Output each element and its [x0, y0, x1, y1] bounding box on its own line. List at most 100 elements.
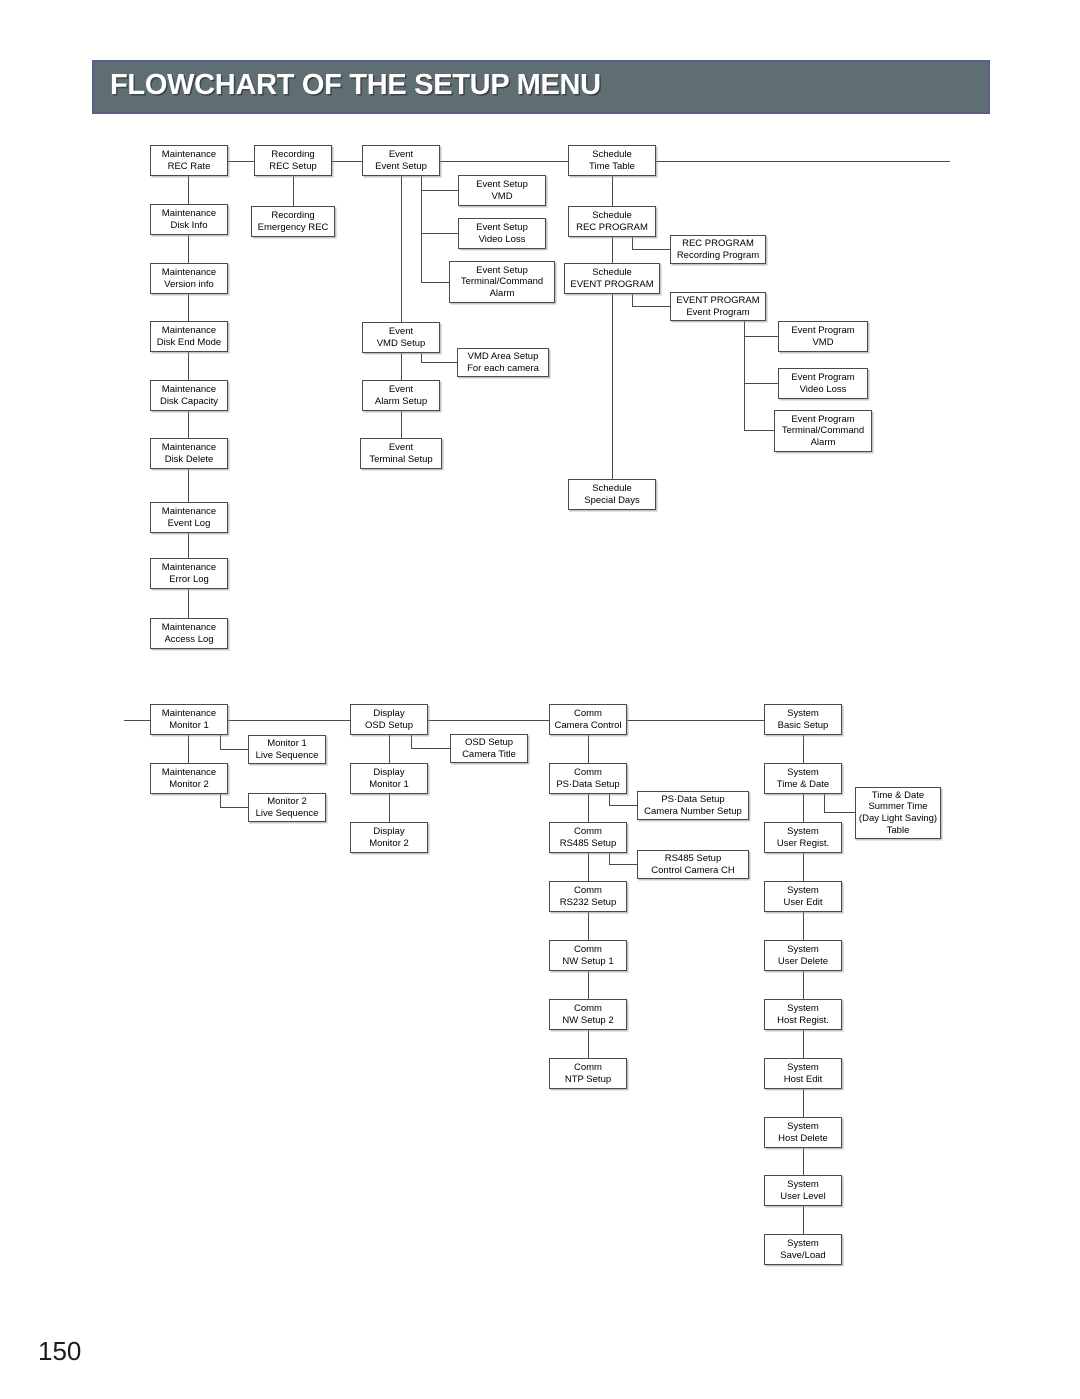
box-line-1: Schedule — [592, 148, 632, 160]
connector-event-chain — [401, 411, 403, 438]
connector-mon1-to-live-seq — [220, 749, 248, 751]
box-monitor-1-live-sequence: Monitor 1 Live Sequence — [248, 735, 326, 764]
box-line-2: Event Setup — [375, 160, 427, 172]
box-line-1: Event — [388, 383, 414, 395]
box-line-2: NW Setup 1 — [562, 955, 614, 967]
box-rs485-control-camera-ch: RS485 Setup Control Camera CH — [637, 850, 749, 879]
box-line-1: Comm — [574, 766, 602, 778]
box-schedule-rec-program: Schedule REC PROGRAM — [568, 206, 656, 237]
box-line-2: REC Setup — [269, 160, 317, 172]
box-recording-rec-setup: Recording REC Setup — [254, 145, 332, 176]
connector-maint-chain — [188, 533, 190, 558]
connector-rs485-to-control-camera — [609, 864, 637, 866]
connector-event-setup-to-terminal — [421, 282, 449, 284]
box-rec-program-recording-program: REC PROGRAM Recording Program — [670, 235, 766, 264]
box-line-2: PS·Data Setup — [556, 778, 620, 790]
box-line-1: Maintenance — [161, 766, 217, 778]
box-line-1: Comm — [574, 884, 602, 896]
box-comm-ps-data-setup: Comm PS·Data Setup — [549, 763, 627, 794]
box-line-1: REC PROGRAM — [682, 237, 754, 249]
box-time-date-summer-time-table: Time & Date Summer Time (Day Light Savin… — [855, 787, 941, 839]
box-line-1: RS485 Setup — [664, 852, 722, 864]
connector-schedule-chain — [612, 237, 614, 263]
box-line-2: EVENT PROGRAM — [570, 278, 654, 290]
box-line-1: Schedule — [592, 482, 632, 494]
box-maintenance-disk-info: Maintenance Disk Info — [150, 204, 228, 235]
box-line-1: Event — [388, 441, 414, 453]
box-line-1: Maintenance — [161, 148, 217, 160]
box-line-2: Alarm Setup — [374, 395, 428, 407]
box-line-1: Event Setup — [476, 221, 528, 233]
box-line-1: Display — [373, 707, 405, 719]
connector-maint-chain — [188, 411, 190, 438]
box-line-1: VMD Area Setup — [467, 350, 539, 362]
box-line-1: System — [787, 825, 819, 837]
connector-mon2-to-live-seq — [220, 807, 248, 809]
box-event-program-vmd: Event Program VMD — [778, 321, 868, 352]
box-schedule-time-table: Schedule Time Table — [568, 145, 656, 176]
connector-timedate-bus — [824, 794, 826, 813]
box-line-1: System — [787, 1120, 819, 1132]
box-line-3: (Day Light Saving) — [858, 813, 938, 824]
box-line-1: PS·Data Setup — [661, 793, 725, 805]
connector-ep-to-video-loss — [744, 383, 778, 385]
box-system-user-regist: System User Regist. — [764, 822, 842, 853]
box-line-2: Camera Number Setup — [644, 805, 742, 817]
box-event-alarm-setup: Event Alarm Setup — [362, 380, 440, 411]
box-line-2: Video Loss — [478, 233, 526, 245]
box-monitor-2-live-sequence: Monitor 2 Live Sequence — [248, 793, 326, 822]
box-line-2: Disk Delete — [164, 453, 214, 465]
box-system-user-delete: System User Delete — [764, 940, 842, 971]
box-line-2: Monitor 2 — [369, 837, 409, 849]
connector-event-setup-to-video-loss — [421, 233, 458, 235]
box-event-setup-vmd: Event Setup VMD — [458, 175, 546, 206]
box-line-1: Recording — [271, 148, 315, 160]
box-line-2: Host Delete — [778, 1132, 828, 1144]
box-line-2: RS485 Setup — [559, 837, 617, 849]
box-line-2: Terminal/Command — [460, 276, 544, 288]
box-system-host-edit: System Host Edit — [764, 1058, 842, 1089]
box-line-2: Error Log — [169, 573, 209, 585]
box-line-1: System — [787, 1002, 819, 1014]
box-display-monitor-2: Display Monitor 2 — [350, 822, 428, 853]
box-line-1: System — [787, 943, 819, 955]
box-line-1: Maintenance — [161, 707, 217, 719]
box-system-host-delete: System Host Delete — [764, 1117, 842, 1148]
connector-system-chain — [803, 1206, 805, 1234]
box-line-2: Disk Info — [170, 219, 208, 231]
box-line-1: System — [787, 707, 819, 719]
connector-system-chain — [803, 853, 805, 881]
box-line-1: Comm — [574, 943, 602, 955]
box-line-1: Event Program — [791, 324, 855, 336]
box-line-1: Event — [388, 325, 414, 337]
box-maintenance-disk-delete: Maintenance Disk Delete — [150, 438, 228, 469]
box-line-2: For each camera — [467, 362, 539, 374]
box-system-time-date: System Time & Date — [764, 763, 842, 794]
connector-osd-bus — [411, 735, 413, 749]
connector-system-chain — [803, 912, 805, 940]
box-osd-setup-camera-title: OSD Setup Camera Title — [450, 734, 528, 763]
box-line-2: Live Sequence — [255, 749, 319, 761]
box-line-1: Comm — [574, 707, 602, 719]
connector-vmd-setup-to-area — [421, 362, 457, 364]
box-maintenance-monitor-1: Maintenance Monitor 1 — [150, 704, 228, 735]
box-line-1: Maintenance — [161, 441, 217, 453]
box-line-1: Schedule — [592, 209, 632, 221]
box-line-1: System — [787, 1061, 819, 1073]
box-line-2: Basic Setup — [777, 719, 829, 731]
box-event-setup-terminal-command-alarm: Event Setup Terminal/Command Alarm — [449, 261, 555, 303]
box-maintenance-rec-rate: Maintenance REC Rate — [150, 145, 228, 176]
box-line-2: OSD Setup — [364, 719, 414, 731]
box-system-user-level: System User Level — [764, 1175, 842, 1206]
box-line-2: Summer Time — [868, 801, 928, 813]
box-line-2: Time Table — [589, 160, 635, 172]
connector-osd-to-camera-title — [411, 748, 450, 750]
box-line-1: Comm — [574, 1061, 602, 1073]
box-line-2: User Regist. — [776, 837, 830, 849]
box-line-2: Host Regist. — [777, 1014, 829, 1026]
connector-ep-to-terminal — [744, 430, 774, 432]
box-line-1: Recording — [271, 209, 315, 221]
connector-event-to-schedule — [440, 161, 568, 163]
box-line-2: Camera Control — [554, 719, 622, 731]
connector-maint-monitor-chain — [188, 735, 190, 763]
